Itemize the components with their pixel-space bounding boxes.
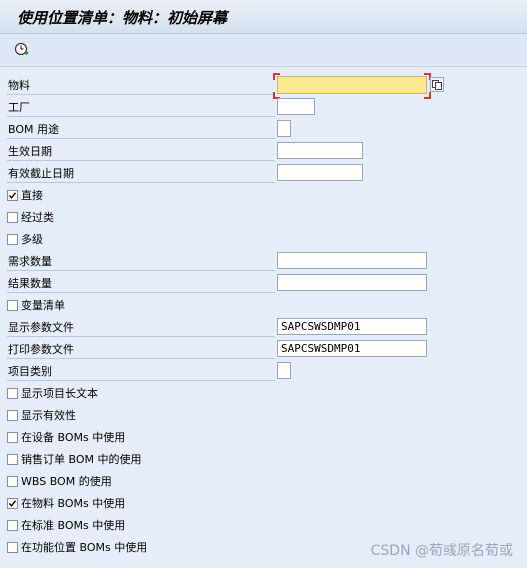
- bom-usage-input[interactable]: [277, 120, 291, 137]
- wbs-bom-checkbox[interactable]: [7, 476, 18, 487]
- required-qty-input[interactable]: [277, 252, 427, 269]
- watermark: CSDN @荀彧原名荀或: [370, 543, 513, 559]
- multilevel-checkbox[interactable]: [7, 234, 18, 245]
- selection-form: [0, 67, 527, 568]
- show-long-text-checkbox[interactable]: [7, 388, 18, 399]
- material-input[interactable]: [277, 76, 427, 94]
- required-marker-icon: [273, 73, 280, 80]
- wbs-bom-label: WBS BOM 的使用: [21, 475, 112, 488]
- result-qty-label: 结果数量: [8, 277, 52, 290]
- divider: [7, 336, 275, 337]
- direct-label: 直接: [21, 189, 43, 202]
- divider: [7, 358, 275, 359]
- divider: [7, 138, 275, 139]
- via-class-checkbox[interactable]: [7, 212, 18, 223]
- bom-usage-label: BOM 用途: [8, 123, 59, 136]
- divider: [7, 94, 275, 95]
- item-category-input[interactable]: [277, 362, 291, 379]
- title-bar: 使用位置清单：物料：初始屏幕: [0, 0, 527, 34]
- material-boms-label: 在物料 BOMs 中使用: [21, 497, 126, 510]
- via-class-label: 经过类: [21, 211, 54, 224]
- valid-from-input[interactable]: [277, 142, 363, 159]
- valid-to-input[interactable]: [277, 164, 363, 181]
- equipment-boms-label: 在设备 BOMs 中使用: [21, 431, 126, 444]
- divider: [7, 380, 275, 381]
- execute-clock-icon[interactable]: [13, 40, 31, 58]
- show-validity-checkbox[interactable]: [7, 410, 18, 421]
- divider: [7, 292, 275, 293]
- print-profile-label: 打印参数文件: [8, 343, 74, 356]
- result-qty-input[interactable]: [277, 274, 427, 291]
- application-toolbar: [0, 34, 527, 67]
- multilevel-label: 多级: [21, 233, 43, 246]
- display-profile-input[interactable]: SAPCSWSDMP01: [277, 318, 427, 335]
- material-boms-checkbox[interactable]: [7, 498, 18, 509]
- value-help-icon[interactable]: [430, 77, 444, 92]
- variant-bom-label: 变量清单: [21, 299, 65, 312]
- standard-boms-label: 在标准 BOMs 中使用: [21, 519, 126, 532]
- print-profile-input[interactable]: SAPCSWSDMP01: [277, 340, 427, 357]
- required-marker-icon: [424, 92, 431, 99]
- valid-to-label: 有效截止日期: [8, 167, 74, 180]
- item-category-label: 项目类别: [8, 365, 52, 378]
- plant-input[interactable]: [277, 98, 315, 115]
- sales-order-bom-checkbox[interactable]: [7, 454, 18, 465]
- divider: [7, 160, 275, 161]
- show-long-text-label: 显示项目长文本: [21, 387, 98, 400]
- divider: [7, 116, 275, 117]
- direct-checkbox[interactable]: [7, 190, 18, 201]
- func-loc-boms-label: 在功能位置 BOMs 中使用: [21, 541, 148, 554]
- show-validity-label: 显示有效性: [21, 409, 76, 422]
- valid-from-label: 生效日期: [8, 145, 52, 158]
- equipment-boms-checkbox[interactable]: [7, 432, 18, 443]
- standard-boms-checkbox[interactable]: [7, 520, 18, 531]
- page-title: 使用位置清单：物料：初始屏幕: [17, 9, 228, 27]
- required-qty-label: 需求数量: [8, 255, 52, 268]
- material-label: 物料: [8, 79, 30, 92]
- func-loc-boms-checkbox[interactable]: [7, 542, 18, 553]
- plant-label: 工厂: [8, 101, 30, 114]
- divider: [7, 182, 275, 183]
- sales-order-bom-label: 销售订单 BOM 中的使用: [21, 453, 142, 466]
- display-profile-label: 显示参数文件: [8, 321, 74, 334]
- divider: [7, 270, 275, 271]
- variant-bom-checkbox[interactable]: [7, 300, 18, 311]
